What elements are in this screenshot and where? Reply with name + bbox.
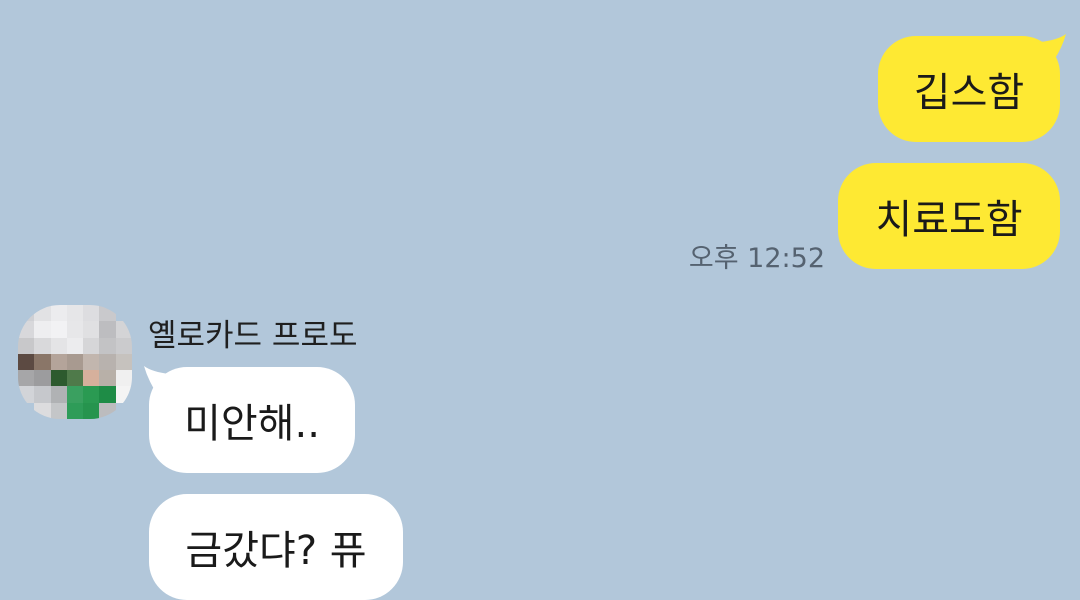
message-timestamp: 오후 12:52: [688, 243, 825, 274]
their-message-bubble[interactable]: 금갔댜? 퓨: [149, 494, 403, 600]
message-text: 치료도함: [875, 197, 1023, 243]
chat-message-area: 깁스함 치료도함 오후 12:52 옐로카드 프로도 미안해.. 금갔댜? 퓨: [0, 0, 1080, 600]
my-message-bubble[interactable]: 치료도함: [838, 163, 1060, 269]
my-message-bubble[interactable]: 깁스함: [878, 36, 1060, 142]
their-message-bubble[interactable]: 미안해..: [149, 367, 355, 473]
sender-name: 옐로카드 프로도: [148, 318, 358, 354]
message-text: 깁스함: [913, 70, 1025, 116]
message-text: 금갔댜? 퓨: [185, 528, 367, 574]
avatar[interactable]: [18, 305, 132, 419]
message-text: 미안해..: [184, 401, 320, 447]
